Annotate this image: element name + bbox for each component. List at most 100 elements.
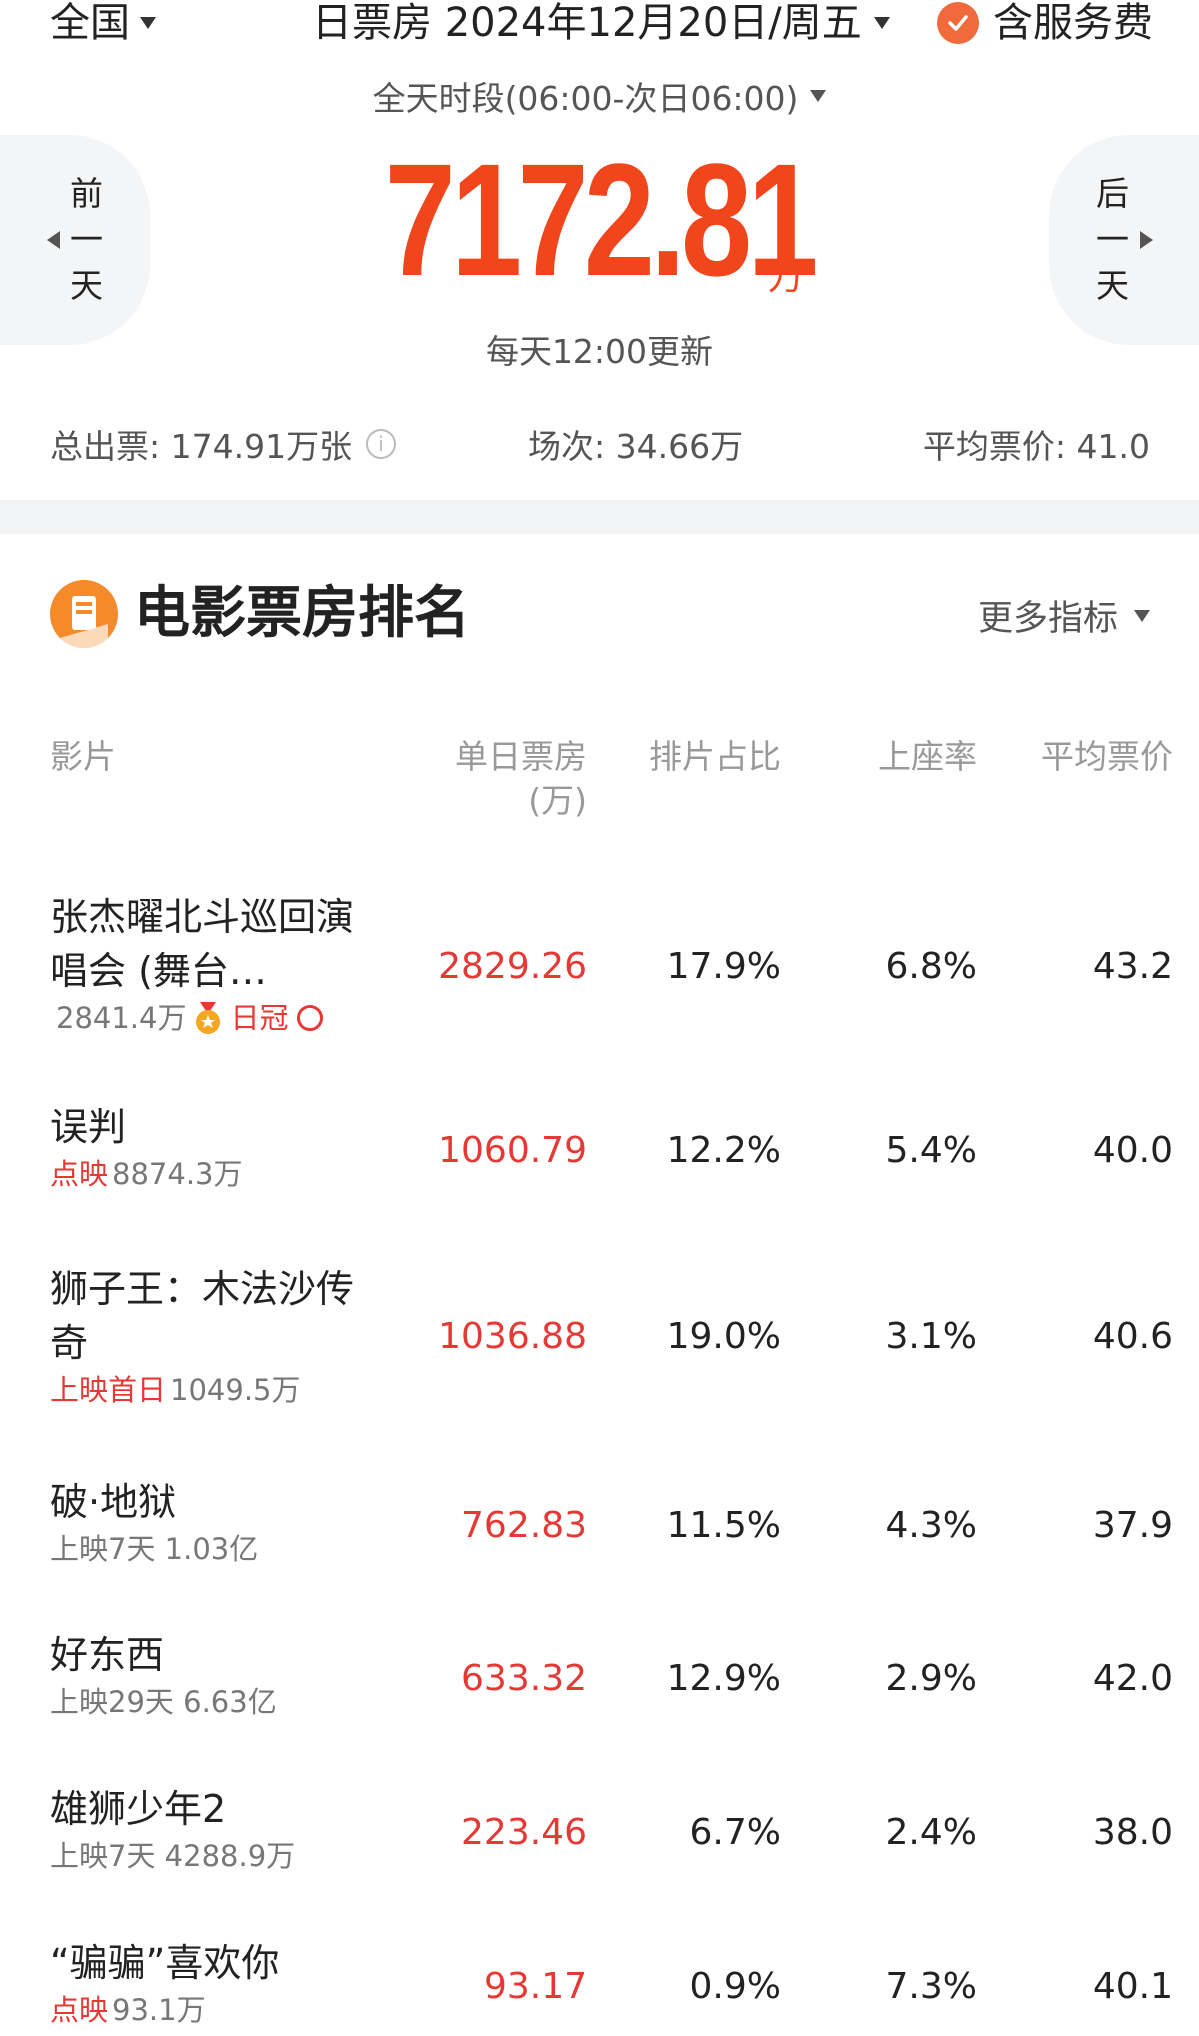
col-avg[interactable]: 平均票价: [1041, 735, 1173, 779]
avg-value: 40.0: [1092, 1130, 1173, 1171]
share-value: 12.9%: [666, 1658, 781, 1699]
box-value: 93.17: [483, 1966, 587, 2007]
period-label: 全天时段(06:00-次日06:00): [372, 79, 799, 118]
stat-tickets-text: 总出票: 174.91万张: [50, 427, 353, 466]
film-cell: “骗骗”喜欢你 点映 93.1万: [50, 1936, 380, 2030]
share-value: 19.0%: [666, 1316, 781, 1357]
film-tag: 上映首日: [50, 1373, 167, 1407]
stat-avg-price-text: 平均票价: 41.0: [922, 427, 1150, 466]
more-metrics-button[interactable]: 更多指标: [978, 590, 1150, 641]
film-total: 2841.4万: [56, 1001, 187, 1035]
seat-value: 7.3%: [885, 1966, 977, 2007]
film-tag: 点映: [50, 1993, 109, 2027]
col-share[interactable]: 排片占比: [649, 735, 781, 779]
date-selector[interactable]: 日票房 2024年12月20日/周五: [312, 0, 890, 46]
film-name: 狮子王：木法沙传奇: [50, 1267, 355, 1365]
avg-value: 40.6: [1092, 1316, 1173, 1357]
region-selector[interactable]: 全国: [50, 0, 156, 46]
film-total: 1049.5万: [170, 1373, 301, 1407]
film-total: 93.1万: [112, 1993, 206, 2027]
film-sub: 上映29天 6.63亿: [50, 1682, 380, 1722]
service-fee-toggle[interactable]: 含服务费: [937, 0, 1153, 46]
col-box-unit: (万): [528, 781, 587, 820]
film-cell: 好东西 上映29天 6.63亿: [50, 1628, 380, 1722]
chevron-down-icon: [873, 17, 890, 29]
table-row[interactable]: 狮子王：木法沙传奇 上映首日 1049.5万 1036.88 19.0% 3.1…: [0, 1262, 1199, 1422]
film-name: “骗骗”喜欢你: [50, 1941, 280, 1985]
avg-value: 42.0: [1092, 1658, 1173, 1699]
top-bar: 全国 日票房 2024年12月20日/周五 含服务费: [0, 0, 1199, 60]
box-value: 1060.79: [438, 1130, 587, 1171]
film-tag: 点映: [50, 1157, 109, 1191]
film-total: 上映7天 1.03亿: [50, 1532, 259, 1566]
info-icon[interactable]: i: [366, 429, 397, 459]
avg-value: 40.1: [1092, 1966, 1173, 2007]
film-sub: 点映 8874.3万: [50, 1154, 380, 1194]
film-name: 误判: [50, 1105, 127, 1149]
seat-value: 2.4%: [885, 1812, 977, 1853]
refresh-icon: [296, 1005, 323, 1031]
stat-tickets: 总出票: 174.91万张 i: [50, 420, 397, 468]
update-note: 每天12:00更新: [485, 332, 714, 371]
film-name: 张杰曜北斗巡回演唱会 (舞台…: [50, 895, 355, 993]
film-name: 破·地狱: [50, 1480, 177, 1524]
film-cell: 狮子王：木法沙传奇 上映首日 1049.5万: [50, 1262, 360, 1410]
table-row[interactable]: 张杰曜北斗巡回演唱会 (舞台… 2841.4万 日冠 2829.26 17.9%…: [0, 890, 1199, 1060]
medal-icon: [196, 1002, 221, 1034]
stat-shows-text: 场次: 34.66万: [528, 427, 744, 466]
film-sub: 点映 93.1万: [50, 1990, 380, 2030]
share-value: 11.5%: [666, 1505, 781, 1546]
section-divider: [0, 500, 1199, 534]
box-value: 762.83: [461, 1505, 587, 1546]
avg-value: 37.9: [1092, 1505, 1173, 1546]
region-label: 全国: [50, 0, 130, 46]
film-total: 上映7天 4288.9万: [50, 1839, 296, 1873]
col-seat[interactable]: 上座率: [878, 735, 977, 779]
more-metrics-label: 更多指标: [977, 599, 1118, 639]
film-cell: 误判 点映 8874.3万: [50, 1100, 380, 1194]
avg-value: 43.2: [1092, 946, 1173, 987]
check-icon: [937, 2, 979, 44]
table-row[interactable]: 破·地狱 上映7天 1.03亿 762.83 11.5% 4.3% 37.9: [0, 1475, 1199, 1585]
seat-value: 3.1%: [885, 1316, 977, 1357]
film-cell: 张杰曜北斗巡回演唱会 (舞台… 2841.4万 日冠: [50, 890, 380, 1038]
col-box[interactable]: 单日票房 (万): [455, 735, 587, 823]
ranking-icon: [50, 580, 118, 648]
total-value: 7172.81: [384, 130, 819, 309]
seat-value: 4.3%: [885, 1505, 977, 1546]
film-sub: 上映7天 4288.9万: [50, 1836, 380, 1876]
chevron-down-icon: [1134, 609, 1150, 622]
share-value: 6.7%: [689, 1812, 781, 1853]
box-value: 223.46: [461, 1812, 587, 1853]
film-sub: 上映7天 1.03亿: [50, 1529, 380, 1569]
stat-shows: 场次: 34.66万: [528, 420, 743, 468]
box-value: 2829.26: [438, 946, 587, 987]
film-total: 上映29天 6.63亿: [50, 1685, 277, 1719]
total-unit: 万: [768, 257, 805, 298]
table-row[interactable]: 雄狮少年2 上映7天 4288.9万 223.46 6.7% 2.4% 38.0: [0, 1782, 1199, 1892]
seat-value: 6.8%: [885, 946, 977, 987]
film-cell: 雄狮少年2 上映7天 4288.9万: [50, 1782, 380, 1876]
seat-value: 5.4%: [885, 1130, 977, 1171]
box-value: 633.32: [461, 1658, 587, 1699]
box-value: 1036.88: [438, 1316, 587, 1357]
table-row[interactable]: 误判 点映 8874.3万 1060.79 12.2% 5.4% 40.0: [0, 1100, 1199, 1210]
stat-avg-price: 平均票价: 41.0: [923, 420, 1150, 468]
total-box-office: 7172.81 万: [0, 140, 1199, 300]
chevron-down-icon: [140, 17, 156, 29]
col-film: 影片: [50, 737, 116, 776]
table-row[interactable]: “骗骗”喜欢你 点映 93.1万 93.17 0.9% 7.3% 40.1: [0, 1936, 1199, 2036]
film-name: 雄狮少年2: [50, 1787, 227, 1831]
film-cell: 破·地狱 上映7天 1.03亿: [50, 1475, 380, 1569]
daily-champion-tag: 日冠: [230, 1001, 289, 1035]
film-sub: 上映首日 1049.5万: [50, 1370, 360, 1410]
col-box-label: 单日票房: [455, 737, 587, 776]
period-selector[interactable]: 全天时段(06:00-次日06:00): [0, 72, 1199, 120]
avg-value: 38.0: [1092, 1812, 1173, 1853]
share-value: 0.9%: [689, 1966, 781, 2007]
share-value: 17.9%: [666, 946, 781, 987]
chevron-down-icon: [810, 90, 827, 102]
film-name: 好东西: [50, 1633, 165, 1677]
table-row[interactable]: 好东西 上映29天 6.63亿 633.32 12.9% 2.9% 42.0: [0, 1628, 1199, 1738]
section-title: 电影票房排名: [134, 581, 470, 646]
